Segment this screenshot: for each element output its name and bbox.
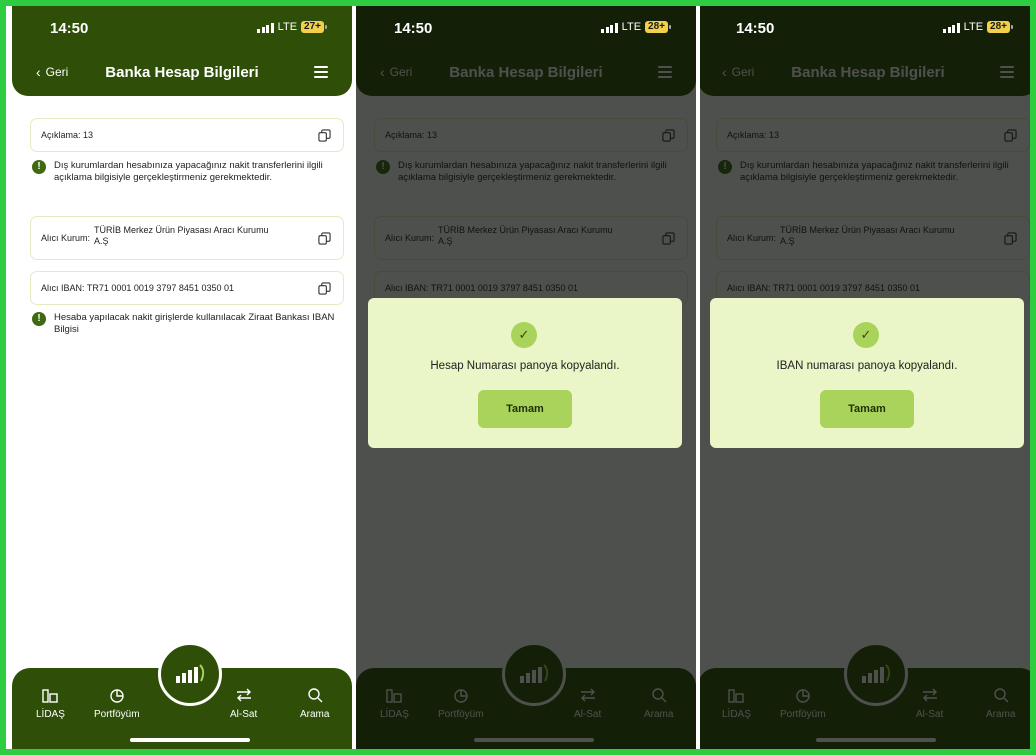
- info-notice-iban: ! Hesaba yapılacak nakit girişlerde kull…: [32, 312, 344, 336]
- phone-screens-frame: 14:50 LTE 27+ ‹ Geri Banka Hesap Bilgiler…: [6, 6, 1030, 749]
- network-label: LTE: [621, 21, 642, 33]
- growth-bars-logo-icon: [176, 664, 205, 683]
- signal-icon: [943, 22, 960, 33]
- screen-hesap-copied: ‹Geri Banka Hesap Bilgileri Açıklama: 13…: [356, 6, 696, 749]
- status-time: 14:50: [394, 20, 433, 37]
- nav-label: Portföyüm: [94, 709, 140, 720]
- status-indicators: LTE 28+: [601, 21, 671, 33]
- hamburger-menu-icon[interactable]: [314, 66, 328, 78]
- status-bar: 14:50 LTE 28+: [356, 6, 696, 46]
- building-icon: [42, 689, 59, 703]
- screen-bank-info: 14:50 LTE 27+ ‹ Geri Banka Hesap Bilgiler…: [12, 6, 352, 749]
- nav-item-lidas[interactable]: LİDAŞ: [36, 686, 65, 720]
- nav-item-arama[interactable]: Arama: [300, 686, 329, 720]
- screen-divider: [352, 6, 356, 749]
- nav-item-al-sat[interactable]: Al-Sat: [230, 686, 257, 720]
- ok-button[interactable]: Tamam: [820, 390, 914, 428]
- dialog-message: Hesap Numarası panoya kopyalandı.: [430, 360, 620, 372]
- screen-iban-copied: ‹Geri Banka Hesap Bilgileri Açıklama: 13…: [698, 6, 1030, 749]
- center-logo-button[interactable]: [158, 642, 222, 706]
- copied-dialog: ✓ Hesap Numarası panoya kopyalandı. Tama…: [368, 298, 682, 448]
- status-indicators: LTE 28+: [943, 21, 1013, 33]
- copy-icon[interactable]: [318, 281, 331, 295]
- alici-iban-text: Alıcı IBAN: TR71 0001 0019 3797 8451 035…: [41, 283, 234, 293]
- dialog-message: IBAN numarası panoya kopyalandı.: [776, 360, 958, 372]
- alici-kurum-card: Alıcı Kurum: TÜRİB Merkez Ürün Piyasası …: [30, 216, 344, 260]
- signal-icon: [601, 22, 618, 33]
- check-icon: ✓: [853, 322, 879, 348]
- network-label: LTE: [963, 21, 984, 33]
- status-indicators: LTE 27+: [257, 21, 327, 33]
- info-icon: !: [32, 312, 46, 326]
- check-icon: ✓: [511, 322, 537, 348]
- copy-icon[interactable]: [318, 128, 331, 142]
- aciklama-card: Açıklama: 13: [30, 118, 344, 152]
- page-title: Banka Hesap Bilgileri: [105, 64, 259, 81]
- nav-label: Al-Sat: [230, 709, 258, 720]
- home-indicator: [130, 738, 250, 742]
- battery-icon: 28+: [645, 21, 671, 33]
- pie-chart-icon: [110, 689, 124, 703]
- alici-kurum-value: TÜRİB Merkez Ürün Piyasası Aracı Kurumu …: [94, 225, 269, 246]
- info-notice-aciklama: ! Dış kurumlardan hesabınıza yapacağınız…: [32, 160, 344, 184]
- battery-icon: 28+: [987, 21, 1013, 33]
- network-label: LTE: [277, 21, 298, 33]
- status-bar: 14:50 LTE 28+: [698, 6, 1030, 46]
- info-text: Hesaba yapılacak nakit girişlerde kullan…: [54, 312, 335, 335]
- app-header: 14:50 LTE 27+ ‹ Geri Banka Hesap Bilgiler…: [12, 6, 352, 96]
- signal-icon: [257, 22, 274, 33]
- nav-label: Arama: [300, 709, 330, 720]
- swap-arrows-icon: [236, 688, 251, 702]
- status-time: 14:50: [50, 20, 89, 37]
- alici-kurum-label: Alıcı Kurum:: [41, 233, 91, 243]
- screen-divider: [696, 6, 700, 749]
- info-icon: !: [32, 160, 46, 174]
- nav-label: LİDAŞ: [36, 709, 65, 720]
- nav-item-portfoyum[interactable]: Portföyüm: [94, 686, 140, 720]
- ok-button[interactable]: Tamam: [478, 390, 572, 428]
- copied-dialog: ✓ IBAN numarası panoya kopyalandı. Tamam: [710, 298, 1024, 448]
- status-time: 14:50: [736, 20, 775, 37]
- alici-iban-card: Alıcı IBAN: TR71 0001 0019 3797 8451 035…: [30, 271, 344, 305]
- search-icon: [308, 688, 323, 703]
- info-text: Dış kurumlardan hesabınıza yapacağınız n…: [54, 160, 323, 183]
- battery-icon: 27+: [301, 21, 327, 33]
- aciklama-text: Açıklama: 13: [41, 130, 94, 140]
- copy-icon[interactable]: [318, 231, 331, 245]
